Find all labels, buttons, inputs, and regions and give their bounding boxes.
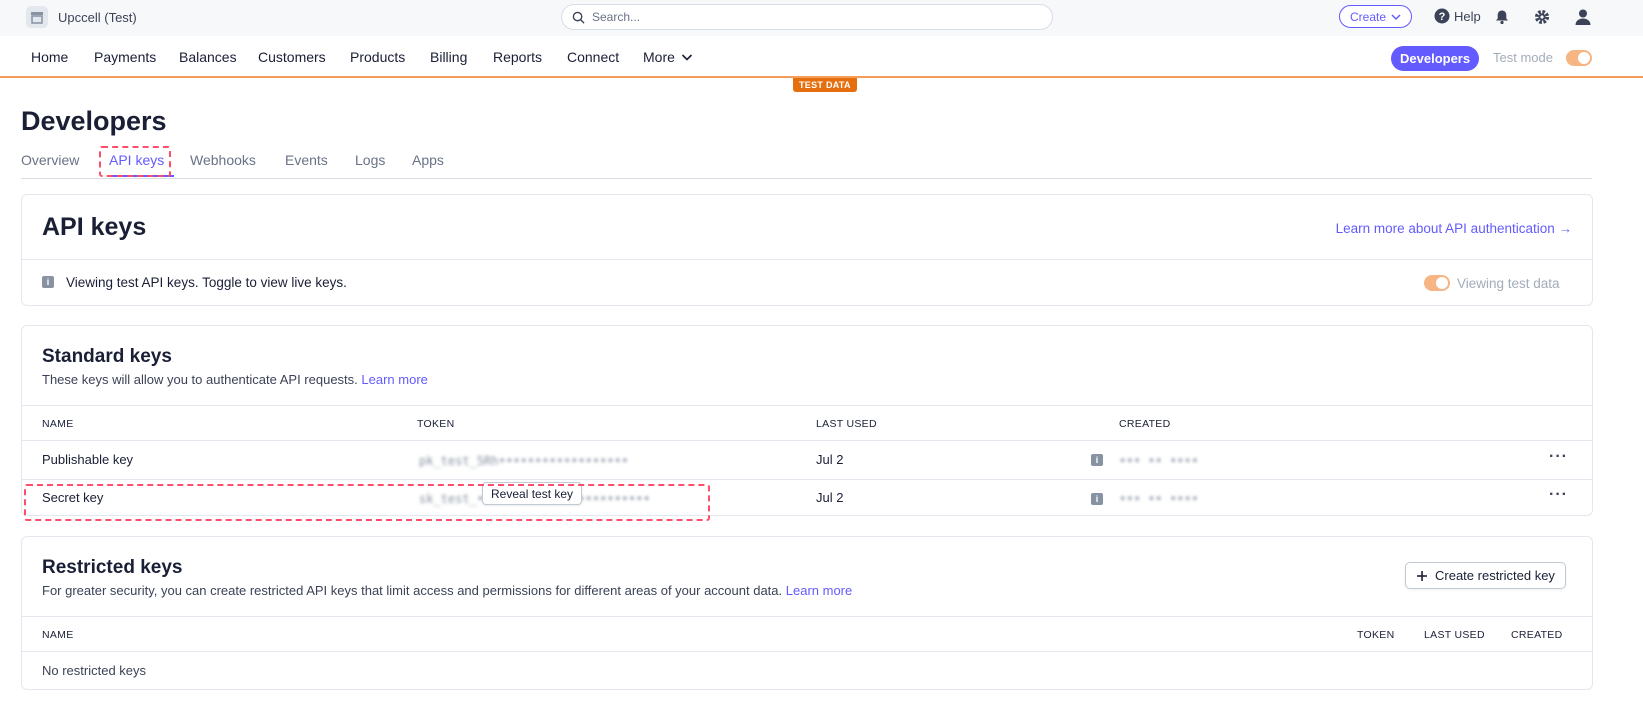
- search-icon: [572, 11, 585, 24]
- nav-more[interactable]: More: [643, 49, 693, 65]
- nav-home[interactable]: Home: [31, 49, 68, 65]
- nav-balances[interactable]: Balances: [179, 49, 237, 65]
- user-profile-icon[interactable]: [1573, 7, 1593, 27]
- nav-customers[interactable]: Customers: [258, 49, 326, 65]
- divider: [22, 479, 1592, 480]
- publishable-key-token[interactable]: pk_test_5Rh••••••••••••••••••: [419, 454, 629, 468]
- column-header-name: NAME: [42, 629, 74, 641]
- info-icon: i: [42, 276, 54, 288]
- view-test-data-toggle[interactable]: [1424, 275, 1450, 291]
- nav-reports[interactable]: Reports: [493, 49, 542, 65]
- restricted-keys-title: Restricted keys: [42, 557, 183, 578]
- divider: [22, 651, 1592, 652]
- divider: [22, 259, 1592, 260]
- developers-button[interactable]: Developers: [1391, 46, 1480, 71]
- nav-products[interactable]: Products: [350, 49, 405, 65]
- test-keys-notice: Viewing test API keys. Toggle to view li…: [66, 275, 347, 290]
- developer-tabs: Overview API keys Webhooks Events Logs A…: [21, 148, 1592, 179]
- help-button[interactable]: ? Help: [1434, 8, 1481, 24]
- highlight-api-keys-tab: [99, 146, 171, 177]
- page-title: Developers: [21, 106, 167, 136]
- nav-billing[interactable]: Billing: [430, 49, 467, 65]
- column-header-created: CREATED: [1511, 629, 1563, 641]
- tab-events[interactable]: Events: [285, 152, 328, 168]
- standard-keys-description-text: These keys will allow you to authenticat…: [42, 372, 358, 387]
- create-button[interactable]: Create: [1339, 5, 1413, 28]
- column-header-token: TOKEN: [417, 418, 455, 430]
- tab-apps[interactable]: Apps: [412, 152, 444, 168]
- info-icon: i: [1091, 454, 1103, 466]
- secret-key-created: ••• •• ••••: [1119, 492, 1199, 506]
- nav-payments[interactable]: Payments: [94, 49, 156, 65]
- settings-gear-icon[interactable]: [1532, 7, 1552, 27]
- test-mode-toggle[interactable]: [1566, 50, 1592, 66]
- test-mode-label: Test mode: [1493, 50, 1553, 65]
- key-name-publishable: Publishable key: [42, 452, 134, 467]
- chevron-down-icon: [681, 54, 692, 61]
- publishable-key-created: ••• •• ••••: [1119, 454, 1199, 468]
- standard-keys-learn-more-link[interactable]: Learn more: [361, 372, 427, 387]
- search-input[interactable]: Search...: [561, 4, 1053, 30]
- info-icon: i: [1091, 493, 1103, 505]
- column-header-last-used: LAST USED: [816, 418, 877, 430]
- help-label: Help: [1454, 8, 1481, 24]
- notifications-bell-icon[interactable]: [1492, 7, 1512, 27]
- learn-more-auth-link[interactable]: Learn more about API authentication →: [1336, 221, 1572, 236]
- main-nav: Home Payments Balances Customers Product…: [0, 36, 1643, 78]
- account-switcher[interactable]: Upccell (Test): [26, 6, 137, 28]
- column-header-created: CREATED: [1119, 418, 1171, 430]
- top-bar: Upccell (Test) Search... Create ? Help: [0, 0, 1643, 36]
- column-header-last-used: LAST USED: [1424, 629, 1485, 641]
- divider: [22, 616, 1592, 617]
- svg-text:?: ?: [1439, 11, 1446, 23]
- viewing-test-data-label: Viewing test data: [1457, 276, 1560, 291]
- chevron-down-icon: [1391, 13, 1401, 20]
- tab-logs[interactable]: Logs: [355, 152, 385, 168]
- create-label: Create: [1350, 9, 1387, 24]
- create-restricted-key-label: Create restricted key: [1435, 568, 1555, 583]
- store-icon: [26, 6, 48, 28]
- help-icon: ?: [1434, 8, 1450, 24]
- restricted-keys-description: For greater security, you can create res…: [42, 583, 852, 598]
- column-header-token: TOKEN: [1357, 629, 1395, 641]
- publishable-key-last-used: Jul 2: [816, 452, 844, 467]
- api-keys-card: API keys Learn more about API authentica…: [21, 194, 1593, 306]
- nav-more-label: More: [643, 49, 675, 65]
- api-keys-title: API keys: [42, 213, 147, 241]
- tab-webhooks[interactable]: Webhooks: [190, 152, 256, 168]
- restricted-keys-description-text: For greater security, you can create res…: [42, 583, 783, 598]
- empty-state: No restricted keys: [42, 663, 147, 678]
- more-actions-icon[interactable]: ···: [1549, 448, 1568, 466]
- nav-connect[interactable]: Connect: [567, 49, 619, 65]
- plus-icon: [1417, 570, 1427, 581]
- test-data-badge: TEST DATA: [793, 78, 857, 92]
- highlight-secret-key-row: [24, 484, 710, 521]
- restricted-keys-card: Restricted keys For greater security, yo…: [21, 536, 1593, 690]
- standard-keys-description: These keys will allow you to authenticat…: [42, 372, 428, 387]
- restricted-keys-learn-more-link[interactable]: Learn more: [786, 583, 852, 598]
- more-actions-icon[interactable]: ···: [1549, 486, 1568, 504]
- secret-key-last-used: Jul 2: [816, 490, 844, 505]
- divider: [22, 440, 1592, 441]
- standard-keys-title: Standard keys: [42, 346, 172, 367]
- account-name: Upccell (Test): [58, 9, 137, 25]
- search-placeholder: Search...: [592, 10, 641, 24]
- tab-overview[interactable]: Overview: [21, 152, 79, 168]
- create-restricted-key-button[interactable]: Create restricted key: [1405, 562, 1566, 589]
- divider: [22, 405, 1592, 406]
- column-header-name: NAME: [42, 418, 74, 430]
